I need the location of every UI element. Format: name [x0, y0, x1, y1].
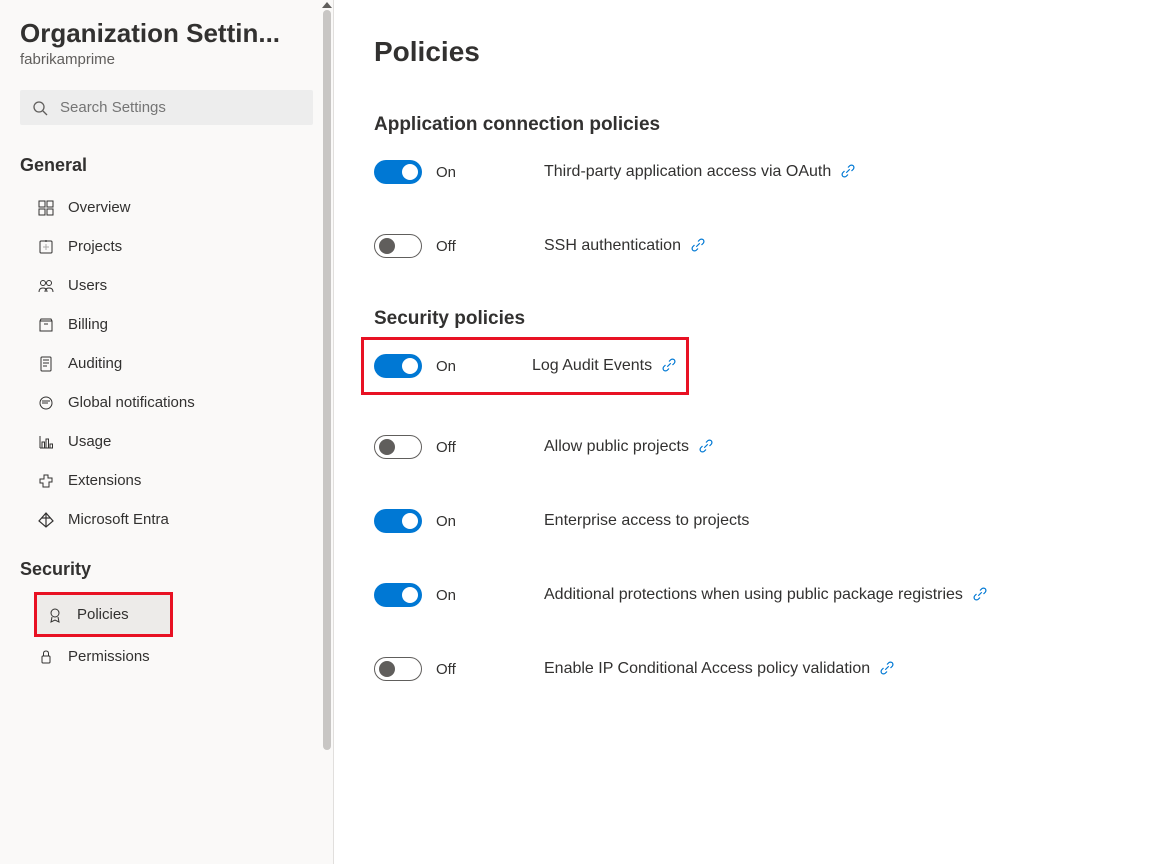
organization-name: fabrikamprime: [20, 51, 313, 68]
policy-row-ip-conditional-access: Off Enable IP Conditional Access policy …: [374, 657, 1129, 681]
overview-icon: [38, 200, 54, 216]
policy-label: Enable IP Conditional Access policy vali…: [544, 660, 870, 678]
policy-label: SSH authentication: [544, 237, 681, 255]
link-icon[interactable]: [699, 439, 713, 456]
search-input-field[interactable]: [60, 99, 301, 116]
toggle-state: On: [436, 358, 456, 375]
toggle-allow-public-projects[interactable]: [374, 435, 422, 459]
entra-icon: [38, 512, 54, 528]
policy-row-log-audit-events: On Log Audit Events: [374, 354, 676, 378]
toggle-oauth[interactable]: [374, 160, 422, 184]
policy-row-public-package-registries: On Additional protections when using pub…: [374, 583, 1129, 607]
link-icon[interactable]: [973, 587, 987, 604]
sidebar-item-overview[interactable]: Overview: [0, 188, 333, 227]
sidebar-item-policies[interactable]: Policies: [34, 592, 173, 637]
sidebar-item-projects[interactable]: Projects: [0, 227, 333, 266]
policy-label: Allow public projects: [544, 438, 689, 456]
scroll-thumb[interactable]: [323, 10, 331, 750]
scrollbar[interactable]: [321, 0, 331, 864]
nav-label: Policies: [77, 606, 129, 623]
policy-label: Additional protections when using public…: [544, 586, 963, 604]
nav-label: Global notifications: [68, 394, 195, 411]
projects-icon: [38, 239, 54, 255]
toggle-log-audit-events[interactable]: [374, 354, 422, 378]
nav-label: Extensions: [68, 472, 141, 489]
nav-label: Projects: [68, 238, 122, 255]
sidebar-section-security: Security: [20, 559, 313, 580]
policy-label: Third-party application access via OAuth: [544, 163, 831, 181]
permissions-icon: [38, 649, 54, 665]
sidebar-item-global-notifications[interactable]: Global notifications: [0, 383, 333, 422]
main-title: Policies: [374, 36, 1129, 68]
notifications-icon: [38, 395, 54, 411]
toggle-enterprise-access[interactable]: [374, 509, 422, 533]
main-content: Policies Application connection policies…: [334, 0, 1169, 864]
toggle-state: Off: [436, 439, 456, 456]
sidebar-section-general: General: [20, 155, 313, 176]
page-title: Organization Settin...: [20, 18, 310, 49]
nav-label: Billing: [68, 316, 108, 333]
billing-icon: [38, 317, 54, 333]
sidebar-item-billing[interactable]: Billing: [0, 305, 333, 344]
link-icon[interactable]: [662, 358, 676, 375]
sidebar-item-usage[interactable]: Usage: [0, 422, 333, 461]
usage-icon: [38, 434, 54, 450]
users-icon: [38, 278, 54, 294]
section-title: Application connection policies: [374, 114, 1129, 136]
section-title: Security policies: [374, 308, 1129, 330]
sidebar-item-microsoft-entra[interactable]: Microsoft Entra: [0, 500, 333, 539]
policy-label: Enterprise access to projects: [544, 512, 749, 530]
toggle-state: On: [436, 513, 456, 530]
nav-label: Microsoft Entra: [68, 511, 169, 528]
link-icon[interactable]: [691, 238, 705, 255]
toggle-ip-conditional-access[interactable]: [374, 657, 422, 681]
toggle-state: On: [436, 587, 456, 604]
auditing-icon: [38, 356, 54, 372]
toggle-ssh[interactable]: [374, 234, 422, 258]
highlighted-policy-row: On Log Audit Events: [361, 337, 689, 395]
nav-label: Users: [68, 277, 107, 294]
policy-row-oauth: On Third-party application access via OA…: [374, 160, 1129, 184]
sidebar-item-auditing[interactable]: Auditing: [0, 344, 333, 383]
policy-row-ssh: Off SSH authentication: [374, 234, 1129, 258]
toggle-state: On: [436, 164, 456, 181]
policy-row-allow-public-projects: Off Allow public projects: [374, 435, 1129, 459]
sidebar: Organization Settin... fabrikamprime Gen…: [0, 0, 334, 864]
link-icon[interactable]: [841, 164, 855, 181]
nav-label: Permissions: [68, 648, 150, 665]
toggle-state: Off: [436, 238, 456, 255]
sidebar-item-extensions[interactable]: Extensions: [0, 461, 333, 500]
policies-icon: [47, 607, 63, 623]
policy-row-enterprise-access: On Enterprise access to projects: [374, 509, 1129, 533]
search-settings-input[interactable]: [20, 90, 313, 125]
nav-label: Overview: [68, 199, 131, 216]
policy-section-security: Security policies On Log Audit Events Of…: [374, 308, 1129, 681]
toggle-public-package-registries[interactable]: [374, 583, 422, 607]
policy-section-application-connection: Application connection policies On Third…: [374, 114, 1129, 258]
scroll-arrow-up-icon[interactable]: [322, 2, 332, 8]
toggle-state: Off: [436, 661, 456, 678]
extensions-icon: [38, 473, 54, 489]
search-icon: [32, 100, 48, 116]
policy-label: Log Audit Events: [532, 357, 652, 375]
nav-label: Usage: [68, 433, 111, 450]
sidebar-item-permissions[interactable]: Permissions: [0, 637, 333, 676]
link-icon[interactable]: [880, 661, 894, 678]
sidebar-item-users[interactable]: Users: [0, 266, 333, 305]
nav-label: Auditing: [68, 355, 122, 372]
